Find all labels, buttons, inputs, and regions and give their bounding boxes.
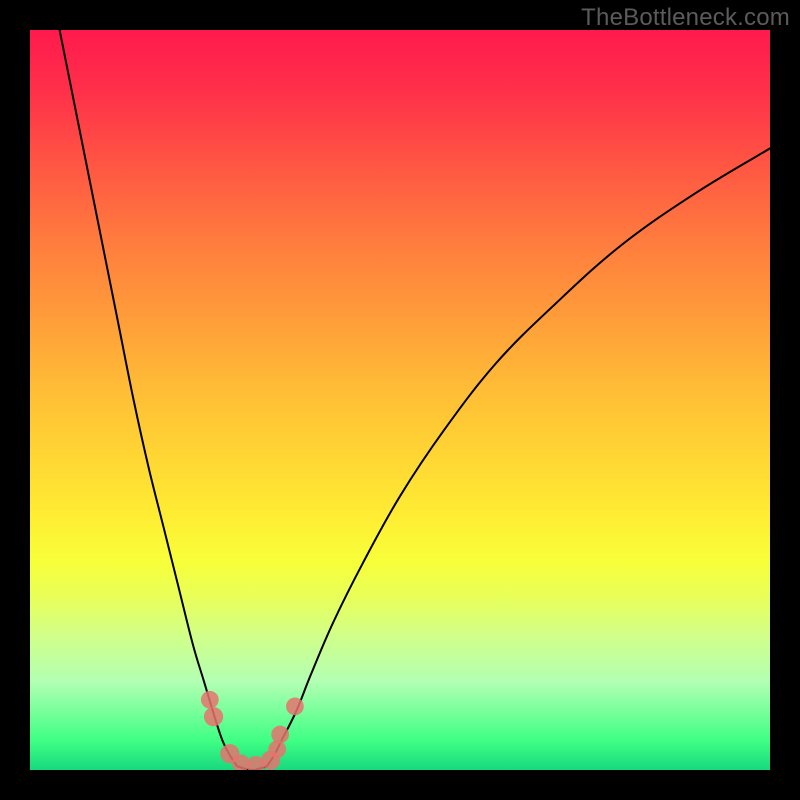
data-marker <box>268 740 286 758</box>
chart-svg <box>30 30 770 770</box>
series-left-curve <box>60 30 238 766</box>
data-marker <box>271 726 289 744</box>
data-marker <box>286 697 304 715</box>
chart-frame: TheBottleneck.com <box>0 0 800 800</box>
series-right-curve <box>267 148 770 766</box>
data-marker <box>201 691 219 709</box>
marker-group <box>201 691 304 770</box>
curve-group <box>60 30 770 770</box>
data-marker <box>204 707 223 726</box>
plot-area <box>30 30 770 770</box>
watermark-text: TheBottleneck.com <box>581 4 790 32</box>
